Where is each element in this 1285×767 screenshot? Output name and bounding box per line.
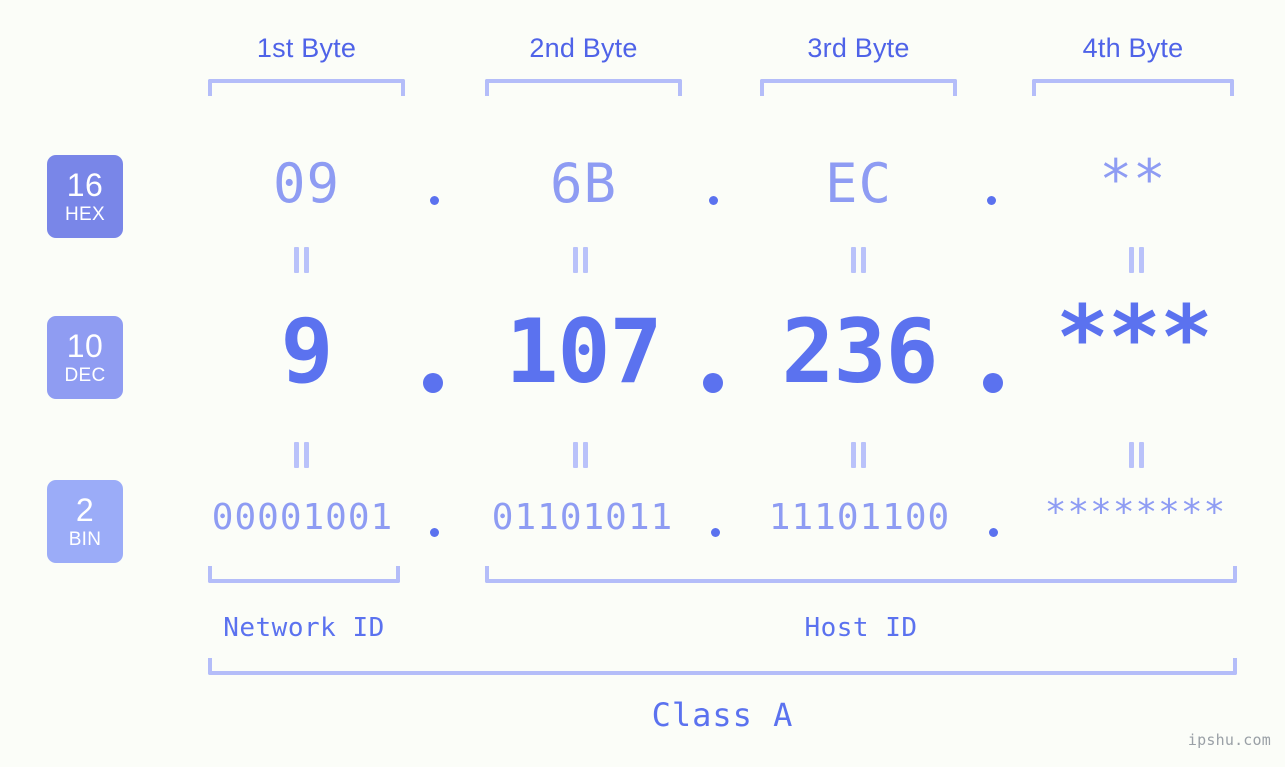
equals-mark-dec-bin-1 xyxy=(294,442,309,468)
hex-octet-2: 6B xyxy=(549,152,618,215)
base-badge-dec-label: DEC xyxy=(64,365,106,386)
equals-mark-dec-bin-2 xyxy=(573,442,588,468)
host-id-label: Host ID xyxy=(804,613,918,643)
equals-mark-hex-dec-3 xyxy=(851,247,866,273)
hex-separator-2 xyxy=(709,196,718,205)
equals-mark-hex-dec-2 xyxy=(573,247,588,273)
base-badge-bin: 2 BIN xyxy=(47,480,123,563)
network-id-label: Network ID xyxy=(223,613,385,643)
base-badge-bin-label: BIN xyxy=(68,529,102,550)
byte-bracket-3 xyxy=(760,79,957,96)
byte-header-4: 4th Byte xyxy=(1082,33,1184,63)
base-badge-hex: 16 HEX xyxy=(47,155,123,238)
bin-octet-3: 11101100 xyxy=(768,497,951,538)
bin-octet-4: ******** xyxy=(1044,492,1227,533)
hex-separator-3 xyxy=(987,196,996,205)
hex-octet-3: EC xyxy=(824,152,893,215)
byte-bracket-2 xyxy=(485,79,682,96)
network-id-bracket xyxy=(208,566,400,583)
equals-mark-hex-dec-1 xyxy=(294,247,309,273)
hex-separator-1 xyxy=(430,196,439,205)
byte-header-1: 1st Byte xyxy=(256,33,357,63)
hex-octet-4: ** xyxy=(1099,148,1167,211)
ip-address-breakdown-diagram: 1st Byte 2nd Byte 3rd Byte 4th Byte 16 H… xyxy=(0,0,1285,767)
dec-octet-1: 9 xyxy=(280,300,334,403)
bin-separator-3 xyxy=(989,528,998,537)
base-badge-bin-number: 2 xyxy=(75,492,95,528)
hex-octet-1: 09 xyxy=(272,152,341,215)
equals-mark-dec-bin-3 xyxy=(851,442,866,468)
bin-separator-2 xyxy=(711,528,720,537)
base-badge-dec-number: 10 xyxy=(66,328,104,364)
dec-separator-1 xyxy=(423,373,443,393)
dec-octet-3: 236 xyxy=(781,300,939,403)
class-label: Class A xyxy=(651,696,794,734)
dec-separator-2 xyxy=(703,373,723,393)
bin-octet-1: 00001001 xyxy=(211,497,394,538)
dec-octet-2: 107 xyxy=(505,300,663,403)
base-badge-hex-label: HEX xyxy=(65,204,105,225)
bin-separator-1 xyxy=(430,528,439,537)
equals-mark-hex-dec-4 xyxy=(1129,247,1144,273)
base-badge-dec: 10 DEC xyxy=(47,316,123,399)
equals-mark-dec-bin-4 xyxy=(1129,442,1144,468)
host-id-bracket xyxy=(485,566,1237,583)
byte-header-3: 3rd Byte xyxy=(807,33,910,63)
byte-bracket-1 xyxy=(208,79,405,96)
byte-bracket-4 xyxy=(1032,79,1234,96)
dec-separator-3 xyxy=(983,373,1003,393)
base-badge-hex-number: 16 xyxy=(66,167,104,203)
bin-octet-2: 01101011 xyxy=(491,497,674,538)
site-watermark: ipshu.com xyxy=(1187,731,1271,749)
dec-octet-4: *** xyxy=(1056,286,1213,389)
class-bracket xyxy=(208,658,1237,675)
byte-header-2: 2nd Byte xyxy=(529,33,638,63)
